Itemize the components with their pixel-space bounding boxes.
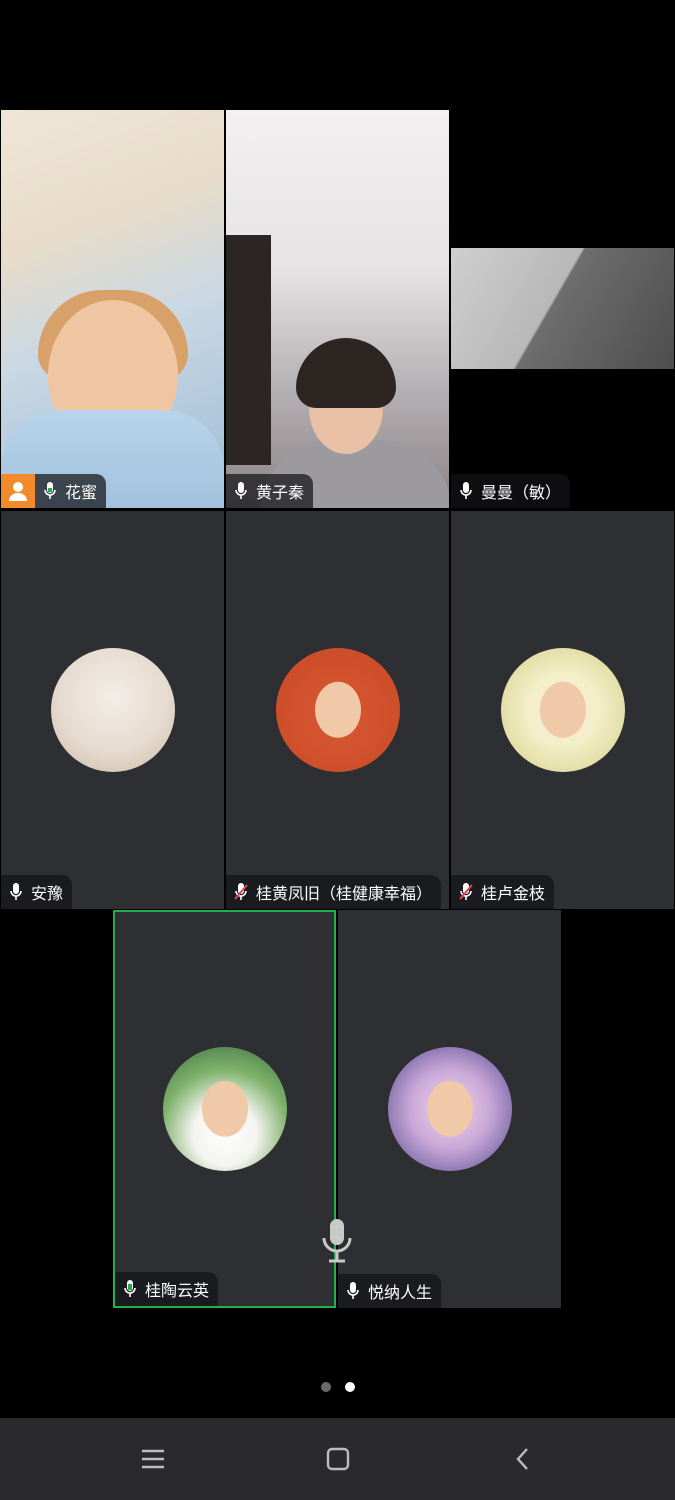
video-tile-guitaoyunying-active-speaker[interactable]: 桂陶云英 bbox=[113, 910, 336, 1308]
microphone-muted-icon bbox=[459, 883, 473, 900]
avatar bbox=[50, 648, 175, 772]
participant-name: 桂黄凤旧（桂健康幸福） bbox=[256, 884, 433, 903]
microphone-icon bbox=[460, 482, 472, 499]
participant-label: 桂陶云英 bbox=[115, 1272, 219, 1306]
page-dot-1[interactable] bbox=[320, 1382, 331, 1392]
participant-label: 曼曼（敏） bbox=[451, 474, 571, 508]
home-square-icon[interactable] bbox=[318, 1439, 358, 1479]
participant-label: 悦纳人生 bbox=[338, 1274, 442, 1308]
microphone-icon bbox=[10, 883, 22, 900]
video-tile-huami[interactable]: 花蜜 bbox=[1, 110, 224, 508]
video-tile-manman[interactable]: 曼曼（敏） bbox=[451, 110, 674, 508]
participant-video bbox=[451, 248, 674, 369]
participant-name: 曼曼（敏） bbox=[481, 483, 562, 502]
participant-name: 桂卢金枝 bbox=[481, 884, 546, 903]
participant-label: 花蜜 bbox=[35, 474, 107, 508]
microphone-muted-icon bbox=[234, 883, 248, 900]
menu-icon[interactable] bbox=[133, 1439, 173, 1479]
participant-label: 安豫 bbox=[1, 875, 73, 909]
participant-label: 桂黄凤旧（桂健康幸福） bbox=[226, 875, 442, 909]
avatar bbox=[500, 648, 625, 772]
microphone-icon[interactable] bbox=[321, 1218, 353, 1264]
avatar bbox=[275, 648, 400, 772]
microphone-icon bbox=[124, 1280, 136, 1297]
host-badge-person-icon bbox=[1, 474, 35, 508]
microphone-icon bbox=[235, 482, 247, 499]
page-dot-2-current[interactable] bbox=[344, 1382, 355, 1392]
participant-name: 黄子秦 bbox=[256, 483, 305, 502]
participant-name: 安豫 bbox=[31, 884, 64, 903]
participant-label: 黄子秦 bbox=[226, 474, 314, 508]
system-navigation-bar bbox=[0, 1418, 675, 1500]
avatar bbox=[162, 1047, 287, 1171]
video-tile-guihuangfengjiu[interactable]: 桂黄凤旧（桂健康幸福） bbox=[226, 511, 449, 909]
video-tile-yuenarensheng[interactable]: 悦纳人生 bbox=[338, 910, 561, 1308]
video-tile-anyu[interactable]: 安豫 bbox=[1, 511, 224, 909]
participant-name: 桂陶云英 bbox=[145, 1281, 210, 1300]
video-tile-huangziqin[interactable]: 黄子秦 bbox=[226, 110, 449, 508]
microphone-icon bbox=[44, 482, 56, 499]
microphone-icon bbox=[347, 1282, 359, 1299]
back-chevron-icon[interactable] bbox=[503, 1439, 543, 1479]
video-tile-guilujinzhi[interactable]: 桂卢金枝 bbox=[451, 511, 674, 909]
participant-label: 桂卢金枝 bbox=[451, 875, 555, 909]
participant-name: 花蜜 bbox=[65, 483, 98, 502]
page-indicator bbox=[0, 1382, 675, 1392]
avatar bbox=[387, 1047, 512, 1171]
participant-name: 悦纳人生 bbox=[368, 1283, 433, 1302]
